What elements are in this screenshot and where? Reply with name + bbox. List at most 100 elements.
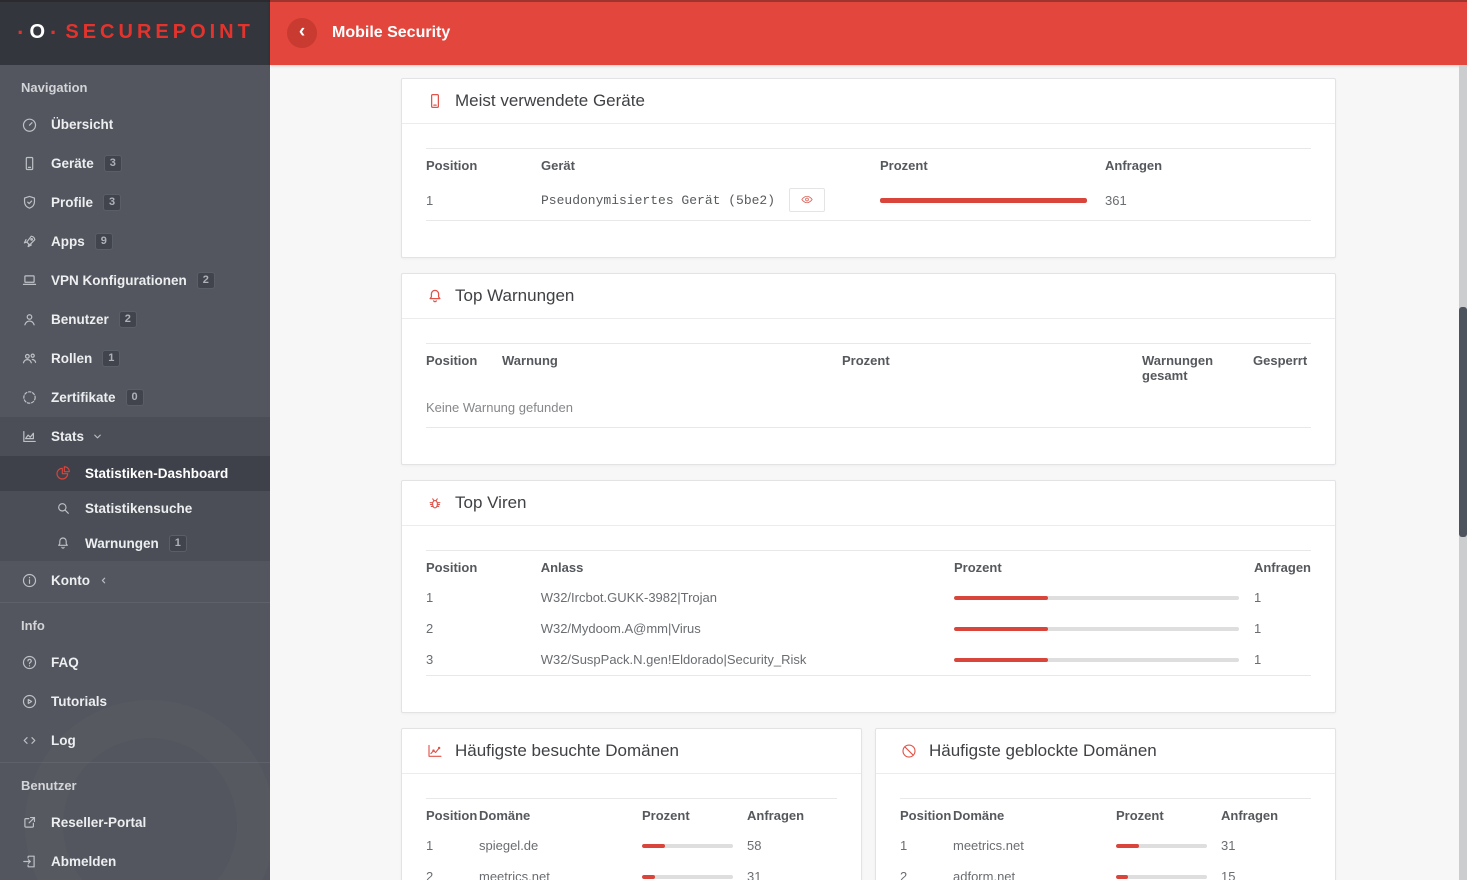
column-header: Warnung <box>502 353 558 368</box>
sidebar-item-benutzer[interactable]: Benutzer 2 <box>0 300 270 339</box>
progress-bar <box>953 595 1239 600</box>
table-row: 2 meetrics.net 31 <box>426 861 837 880</box>
certificate-icon <box>21 389 38 406</box>
progress-bar <box>642 874 733 879</box>
count-badge: 1 <box>168 535 187 552</box>
sidebar-item-geraete[interactable]: Geräte 3 <box>0 144 270 183</box>
card-blocked-domains: Häufigste geblockte Domänen Position Dom… <box>875 728 1336 880</box>
bell-icon <box>55 535 72 552</box>
logo-o: O <box>29 21 49 43</box>
sidebar-item-konto[interactable]: Konto <box>0 561 270 600</box>
back-button[interactable]: ‹ <box>287 17 317 48</box>
card-top-warnings: Top Warnungen Position Warnung Prozent W… <box>401 273 1336 465</box>
count-badge: 2 <box>118 311 137 328</box>
main-area: ‹ Mobile Security Meist verwendete Gerät… <box>270 0 1467 880</box>
sidebar-item-label: Profile <box>51 195 94 210</box>
sidebar-item-vpn-konfigurationen[interactable]: VPN Konfigurationen 2 <box>0 261 270 300</box>
column-header: Anfragen <box>1221 808 1279 823</box>
laptop-icon <box>21 272 38 289</box>
question-icon <box>21 654 38 671</box>
sidebar: · O · SECUREPOINT Navigation Übersicht Gerä… <box>0 0 270 880</box>
cell-domain: meetrics.net <box>479 869 550 880</box>
cell-position: 2 <box>426 621 434 636</box>
column-header: Prozent <box>953 560 1002 575</box>
card-visited-domains: Häufigste besuchte Domänen Position Domä… <box>401 728 862 880</box>
sidebar-item-label: Benutzer <box>51 312 109 327</box>
area-chart-icon <box>21 428 38 445</box>
sidebar-item-uebersicht[interactable]: Übersicht <box>0 105 270 144</box>
view-device-button[interactable] <box>789 188 826 212</box>
column-header: Domäne <box>479 808 531 823</box>
sidebar-item-profile[interactable]: Profile 3 <box>0 183 270 222</box>
scrollbar-track[interactable] <box>1459 65 1467 880</box>
sidebar-item-label: Apps <box>51 234 85 249</box>
column-header: Prozent <box>880 158 928 173</box>
visited-domains-table: Position Domäne Prozent Anfragen 1 spieg… <box>426 798 837 880</box>
card-title: Häufigste besuchte Domänen <box>455 741 679 760</box>
blocked-domains-table: Position Domäne Prozent Anfragen 1 meetr… <box>900 798 1311 880</box>
sidebar-item-stats[interactable]: Stats <box>0 417 270 456</box>
empty-state-text: Keine Warnung gefunden <box>426 400 573 415</box>
smartphone-icon <box>426 92 444 110</box>
sidebar-item-rollen[interactable]: Rollen 1 <box>0 339 270 378</box>
devices-table: Position Gerät Prozent Anfragen 1 Pseudo… <box>426 148 1311 221</box>
table-row: 1 spiegel.de 58 <box>426 830 837 861</box>
sidebar-item-statistiken-dashboard[interactable]: Statistiken-Dashboard <box>0 456 270 491</box>
logo-text: SECUREPOINT <box>65 21 254 43</box>
logo-dot-icon: · <box>17 19 28 45</box>
chevron-down-icon <box>92 431 103 442</box>
sidebar-item-label: Stats <box>51 429 85 444</box>
cell-virus-name: W32/Ircbot.GUKK-3982|Trojan <box>540 590 717 605</box>
cell-requests: 58 <box>747 838 762 853</box>
page-header: ‹ Mobile Security <box>270 0 1467 65</box>
blocked-icon <box>900 742 918 760</box>
content-scroll-area[interactable]: Meist verwendete Geräte Position Gerät P… <box>270 65 1467 880</box>
chevron-left-icon <box>98 575 109 586</box>
table-row: 1 W32/Ircbot.GUKK-3982|Trojan 1 <box>426 582 1311 613</box>
scrollbar-thumb[interactable] <box>1459 307 1467 537</box>
column-header: Anlass <box>540 560 584 575</box>
sidebar-item-label: Warnungen <box>85 536 159 551</box>
page-title: Mobile Security <box>332 23 451 41</box>
sidebar-item-label: Statistikensuche <box>85 501 193 516</box>
column-header: Anfragen <box>747 808 805 823</box>
table-row: 3 W32/SuspPack.N.gen!Eldorado|Security_R… <box>426 644 1311 676</box>
cell-requests: 31 <box>747 869 762 880</box>
cell-position: 3 <box>426 652 434 667</box>
column-header: Anfragen <box>1105 158 1163 173</box>
column-header: Gesperrt <box>1253 353 1308 368</box>
progress-bar <box>1116 874 1207 879</box>
sidebar-item-label: FAQ <box>51 655 79 670</box>
card-top-viruses: Top Viren Position Anlass Prozent Anfrag… <box>401 480 1336 713</box>
column-header: Position <box>426 560 478 575</box>
section-title-navigation: Navigation <box>21 80 88 95</box>
count-badge: 1 <box>102 350 121 367</box>
sidebar-item-label: Konto <box>51 573 90 588</box>
warnings-table: Position Warnung Prozent Warnungen gesam… <box>426 343 1311 428</box>
sidebar-item-warnungen[interactable]: Warnungen 1 <box>0 526 270 561</box>
back-chevron-icon: ‹ <box>298 20 306 42</box>
progress-bar <box>880 197 1087 203</box>
column-header: Prozent <box>642 808 690 823</box>
line-chart-icon <box>426 742 444 760</box>
cell-position: 1 <box>426 590 434 605</box>
cell-requests: 15 <box>1221 869 1236 880</box>
table-row: 2 adform.net 15 <box>900 861 1311 880</box>
bell-icon <box>426 287 444 305</box>
stats-group: Stats Statistiken-Dashboard Statistikens… <box>0 417 270 561</box>
bug-icon <box>426 494 444 512</box>
securepoint-logo[interactable]: · O · SECUREPOINT <box>0 0 270 65</box>
card-title: Top Warnungen <box>455 286 575 305</box>
search-icon <box>55 500 72 517</box>
column-header: Prozent <box>842 353 890 368</box>
sidebar-item-faq[interactable]: FAQ <box>0 643 270 682</box>
card-title: Häufigste geblockte Domänen <box>929 741 1157 760</box>
sidebar-item-apps[interactable]: Apps 9 <box>0 222 270 261</box>
sidebar-item-statistikensuche[interactable]: Statistikensuche <box>0 491 270 526</box>
column-header: Position <box>426 353 478 368</box>
cell-device-name: Pseudonymisiertes Gerät (5be2) <box>541 192 776 208</box>
sidebar-item-zertifikate[interactable]: Zertifikate 0 <box>0 378 270 417</box>
sidebar-item-label: Geräte <box>51 156 94 171</box>
count-badge: 0 <box>125 389 144 406</box>
sidebar-item-label: Übersicht <box>51 117 114 132</box>
